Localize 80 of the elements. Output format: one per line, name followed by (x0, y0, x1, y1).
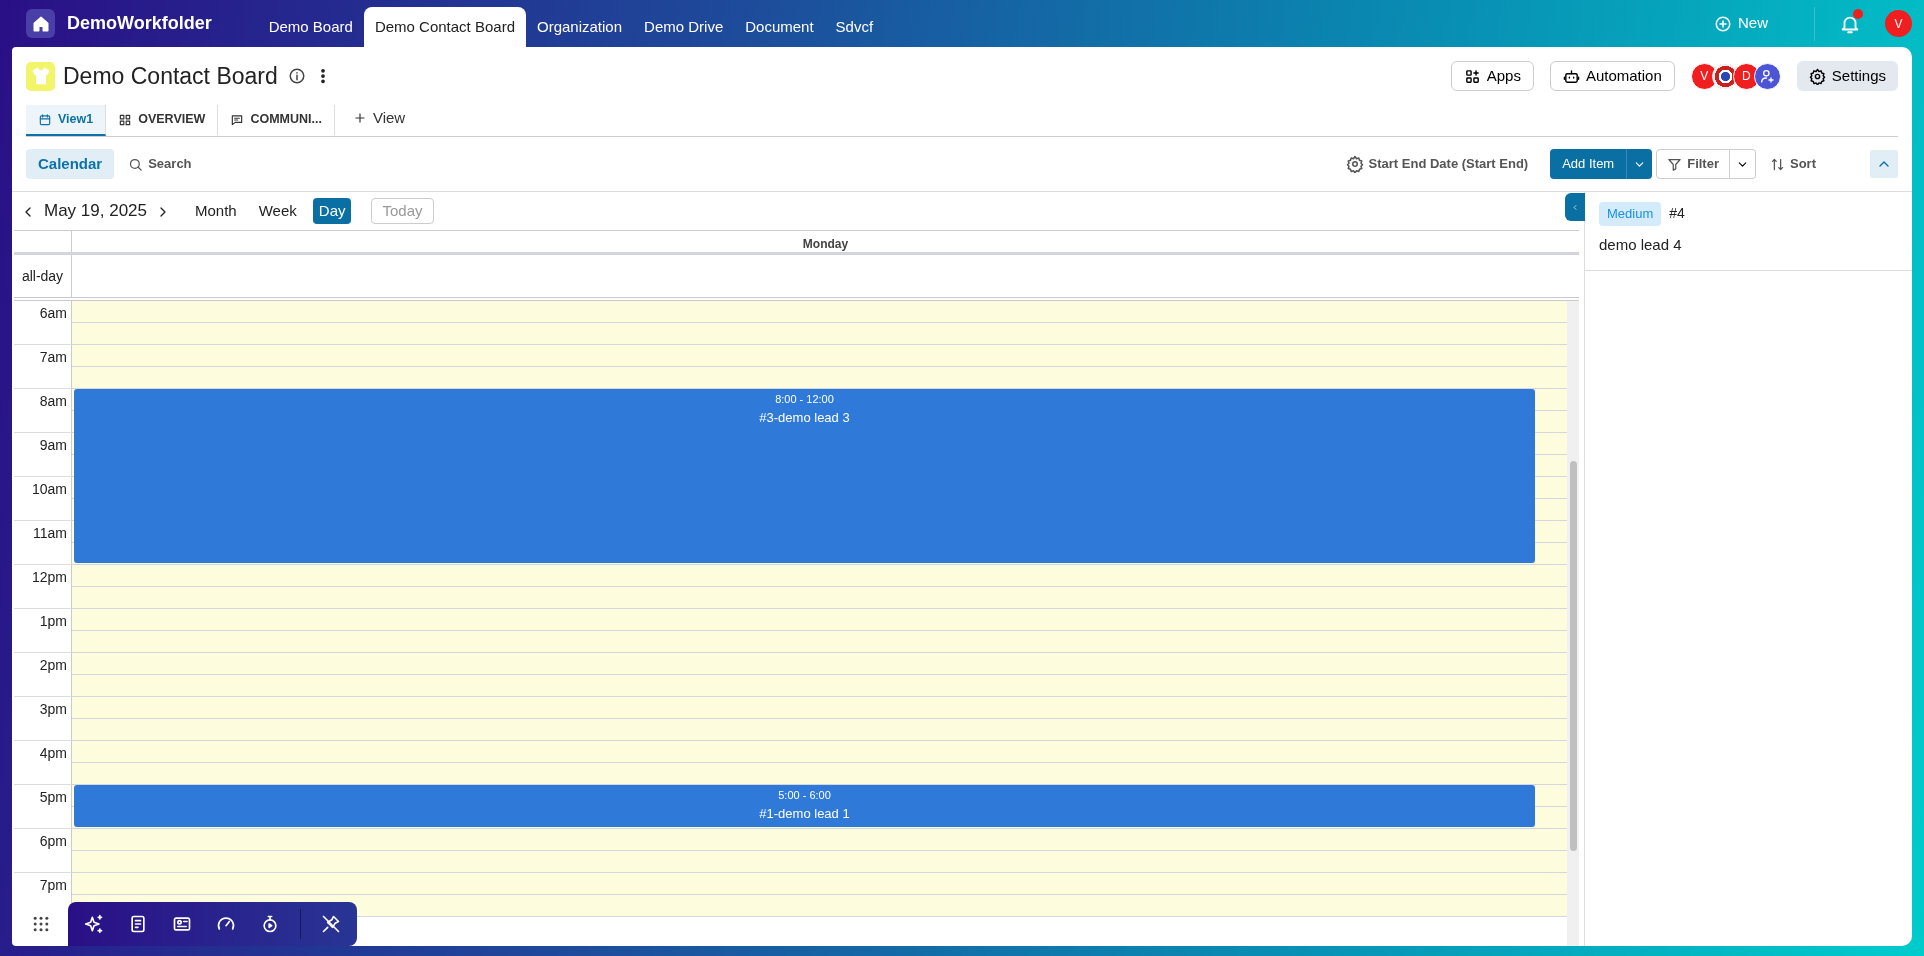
hour-label: 2pm (39, 657, 67, 673)
id-card-icon (172, 914, 192, 934)
home-icon (31, 14, 50, 33)
apps-button[interactable]: Apps (1450, 61, 1534, 92)
board-tab[interactable]: Demo Board (257, 7, 364, 47)
calendar-icon (38, 112, 52, 127)
lead-card[interactable]: Medium #4 demo lead 4 (1585, 192, 1912, 271)
hour-label: 7pm (39, 877, 67, 893)
view-mode-button[interactable]: Month (189, 197, 243, 225)
sort-button[interactable]: Sort (1764, 153, 1822, 175)
event-time: 8:00 - 12:00 (775, 392, 834, 407)
lead-title: demo lead 4 (1599, 234, 1683, 255)
plus-icon (352, 110, 367, 125)
hour-label: 9am (39, 437, 67, 453)
plus-circle-icon (1714, 14, 1732, 33)
date-field-button[interactable]: Start End Date (Start End) (1339, 153, 1535, 175)
calendar-event[interactable]: 8:00 - 12:00 #3-demo lead 3 (74, 389, 1535, 563)
collapse-panel-button[interactable] (1565, 193, 1585, 221)
hour-label: 6pm (39, 833, 67, 849)
chat-icon (230, 112, 245, 127)
hour-label: 10am (31, 481, 67, 497)
sparkle-icon (84, 914, 104, 934)
user-avatar[interactable]: V (1885, 10, 1912, 37)
settings-icon (1345, 155, 1364, 173)
notification-button[interactable] (1839, 12, 1861, 35)
hour-label: 3pm (39, 701, 67, 717)
add-view-button[interactable]: View (340, 101, 418, 136)
hour-label: 6am (39, 305, 67, 321)
view-mode-button[interactable]: Day (312, 197, 352, 225)
hour-label: 4pm (39, 745, 67, 761)
calendar-event[interactable]: 5:00 - 6:00 #1-demo lead 1 (74, 785, 1535, 827)
item-number: #4 (1669, 204, 1685, 224)
calendar-button[interactable]: Calendar (26, 149, 115, 179)
funnel-icon (1667, 156, 1683, 172)
board-tab[interactable]: Organization (526, 7, 634, 47)
event-title: #3-demo lead 3 (759, 408, 850, 427)
day-header: Monday (801, 236, 850, 252)
document-icon (128, 914, 148, 934)
add-user-icon (1759, 68, 1776, 85)
hour-label: 1pm (39, 613, 67, 629)
calendar-date: May 19, 2025 (44, 200, 147, 223)
board-tab[interactable]: Sdvcf (824, 7, 885, 47)
robot-icon (1562, 67, 1580, 85)
hour-label: 7am (39, 349, 67, 365)
filter-button[interactable]: Filter (1656, 149, 1730, 179)
board-tab[interactable]: Demo Contact Board (363, 7, 526, 47)
workspace-name: DemoWorkfolder (67, 12, 212, 35)
info-icon[interactable] (287, 67, 306, 86)
event-title: #1-demo lead 1 (759, 804, 850, 823)
scrollbar-thumb[interactable] (1570, 461, 1577, 851)
shirt-icon (30, 66, 51, 87)
view-tab[interactable]: View1 (26, 105, 107, 136)
priority-tag: Medium (1599, 202, 1662, 226)
add-member-button[interactable] (1753, 62, 1781, 90)
all-day-label: all-day (14, 255, 72, 297)
hour-label: 8am (39, 393, 67, 409)
hour-label: 5pm (39, 789, 67, 805)
board-tab[interactable]: Document (734, 7, 825, 47)
add-item-dropdown[interactable] (1626, 149, 1653, 179)
grid-icon (118, 112, 133, 127)
search-icon (128, 156, 144, 172)
sort-icon (1770, 156, 1785, 172)
automation-button[interactable]: Automation (1549, 61, 1675, 92)
apps-icon (1463, 67, 1481, 85)
view-mode-button[interactable]: Week (252, 197, 303, 225)
pin-off-icon (321, 914, 341, 934)
event-time: 5:00 - 6:00 (778, 788, 831, 803)
timer-icon (260, 914, 280, 934)
grid-dots-icon (31, 914, 51, 934)
board-tab[interactable]: Demo Drive (633, 7, 735, 47)
search-button[interactable]: Search (122, 153, 198, 175)
settings-icon (1808, 67, 1826, 85)
board-title: Demo Contact Board (63, 62, 278, 91)
settings-button[interactable]: Settings (1796, 61, 1898, 92)
view-tab[interactable]: COMMUNI... (218, 105, 335, 136)
hour-label: 11am (33, 525, 67, 541)
view-tab[interactable]: OVERVIEW (106, 105, 219, 136)
add-item-button[interactable]: Add Item (1550, 149, 1627, 179)
home-button[interactable] (26, 9, 55, 38)
hour-label: 12pm (31, 569, 67, 585)
